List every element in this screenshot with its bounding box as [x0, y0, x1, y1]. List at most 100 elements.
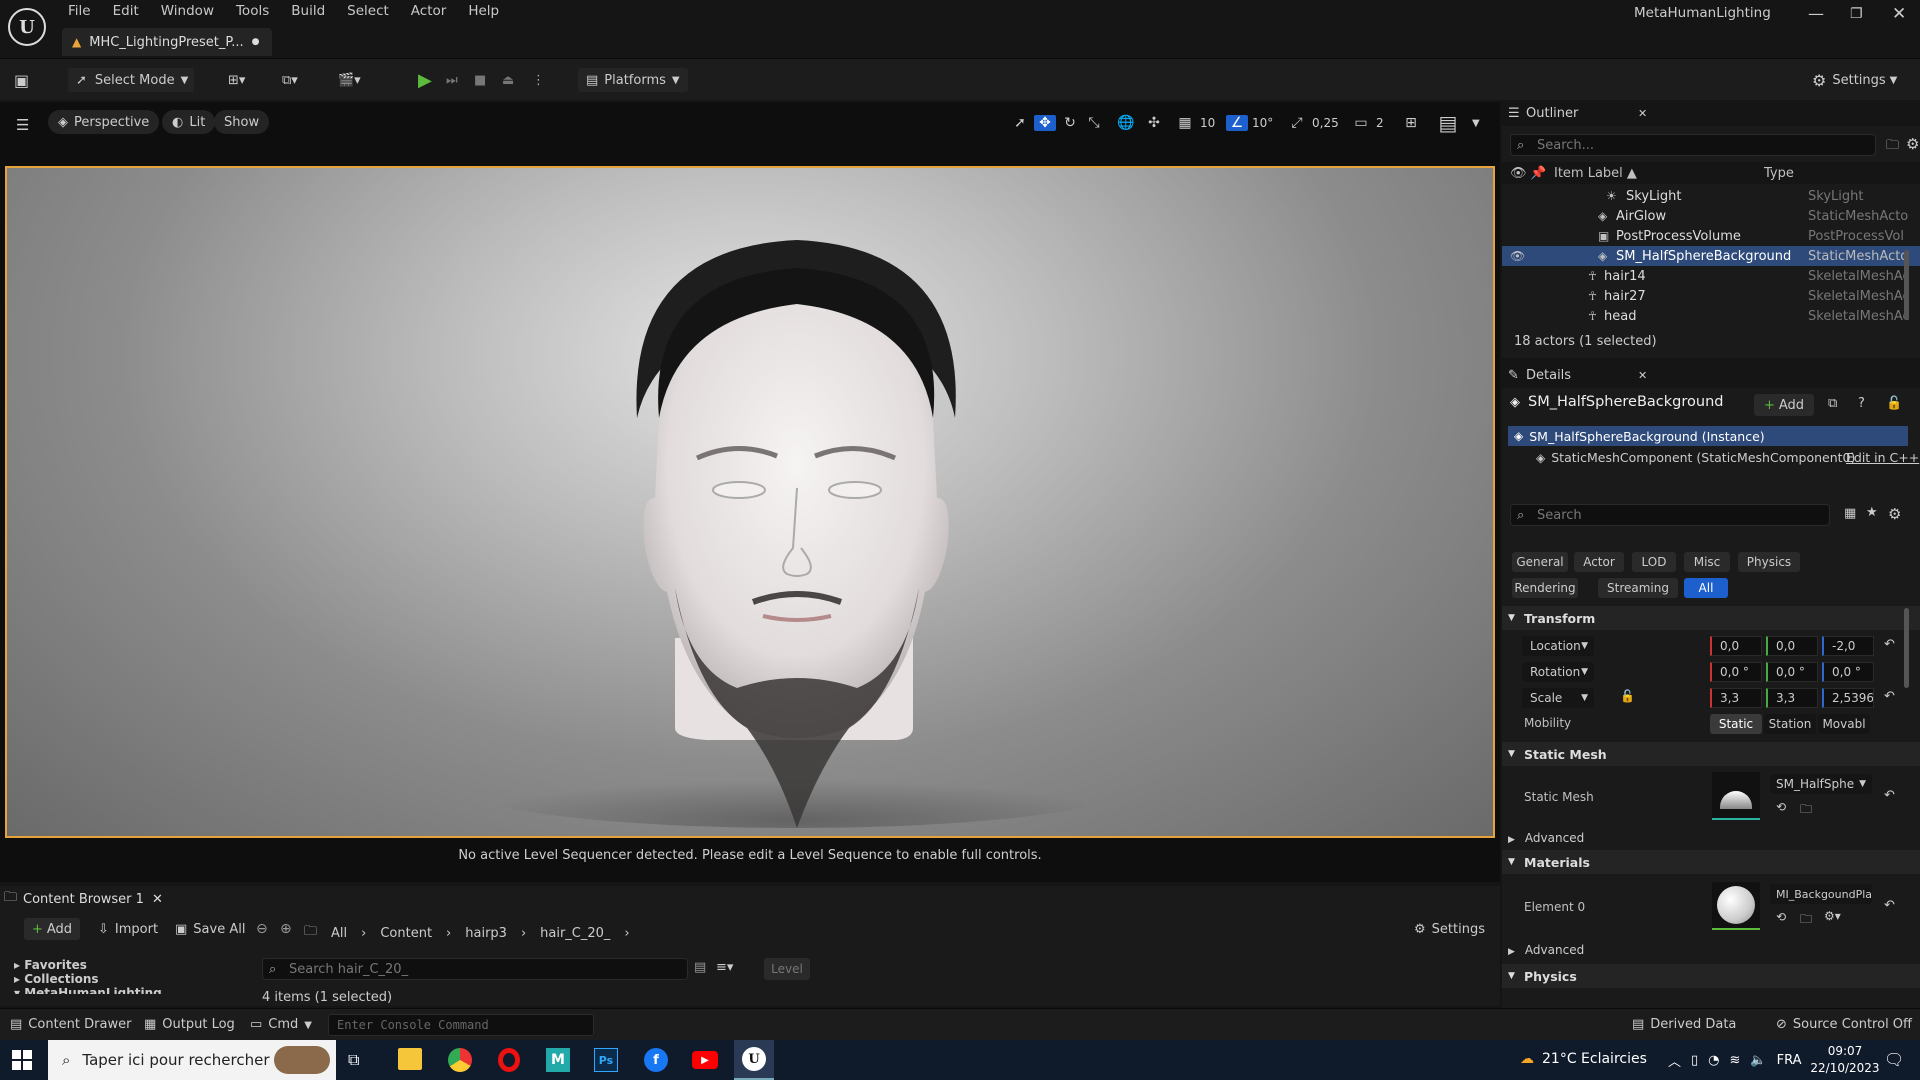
rotation-z[interactable]: 0,0 °: [1822, 662, 1874, 682]
unreal-taskbar-icon[interactable]: U: [734, 1040, 774, 1080]
advance-frame-icon[interactable]: ⏭: [446, 68, 466, 92]
save-search-icon[interactable]: ▤: [694, 960, 706, 975]
rotation-x[interactable]: 0,0 °: [1710, 662, 1762, 682]
opera-icon[interactable]: [498, 1048, 520, 1072]
browse-asset-icon[interactable]: 🗀: [1800, 800, 1812, 821]
scale-tool-icon[interactable]: ⤡: [1084, 115, 1104, 131]
favorite-star-icon[interactable]: ★: [1866, 505, 1878, 520]
battery-icon[interactable]: ▯: [1691, 1053, 1698, 1068]
save-all-button[interactable]: ▣ Save All: [175, 922, 245, 937]
outliner-row-head[interactable]: ☥ head SkeletalMeshAc: [1502, 306, 1920, 326]
lit-button[interactable]: ◐ Lit: [162, 110, 216, 134]
type-column[interactable]: Type: [1764, 166, 1794, 181]
minimize-icon[interactable]: —: [1808, 4, 1824, 23]
platforms-dropdown[interactable]: ▤ Platforms ▼: [578, 68, 688, 92]
menu-select[interactable]: Select: [347, 3, 389, 19]
add-button[interactable]: + Add: [24, 918, 80, 940]
actor-name[interactable]: SM_HalfSphereBackground: [1528, 394, 1723, 410]
tree-metahumanlighting[interactable]: ▾ MetaHumanLighting: [14, 986, 244, 994]
rotation-y[interactable]: 0,0 °: [1766, 662, 1818, 682]
outliner-row-halfsphere[interactable]: 👁 ◈ SM_HalfSphereBackground StaticMeshAc…: [1502, 246, 1920, 266]
filter-actor[interactable]: Actor: [1574, 552, 1624, 572]
menu-file[interactable]: File: [68, 3, 91, 19]
menu-actor[interactable]: Actor: [411, 3, 447, 19]
reset-scale-icon[interactable]: ↶: [1884, 689, 1895, 704]
menu-build[interactable]: Build: [291, 3, 325, 19]
menu-edit[interactable]: Edit: [113, 3, 139, 19]
filter-rendering[interactable]: Rendering: [1512, 578, 1578, 598]
tree-collections[interactable]: ▸ Collections: [14, 972, 244, 986]
camera-speed-value[interactable]: 2: [1376, 116, 1394, 130]
materials-advanced[interactable]: ▶ Advanced: [1508, 943, 1584, 957]
outliner-row-skylight[interactable]: ☀ SkyLight SkyLight: [1502, 186, 1920, 206]
viewport-menu-icon[interactable]: ☰: [16, 116, 29, 134]
details-search-input[interactable]: ⌕ Search: [1510, 504, 1830, 526]
rotate-tool-icon[interactable]: ↻: [1060, 115, 1080, 131]
rotation-snap-value[interactable]: 10°: [1252, 116, 1282, 130]
perspective-button[interactable]: ◈ Perspective: [48, 110, 160, 134]
settings-dropdown[interactable]: ⚙ Settings ▼: [1812, 68, 1908, 92]
material-picker[interactable]: MI_BackgoundPlane: [1770, 884, 1872, 904]
outliner-row-hair27[interactable]: ☥ hair27 SkeletalMeshAc: [1502, 286, 1920, 306]
filter-general[interactable]: General: [1512, 552, 1568, 572]
filter-streaming[interactable]: Streaming: [1598, 578, 1678, 598]
outliner-row-postprocess[interactable]: ▣ PostProcessVolume PostProcessVol: [1502, 226, 1920, 246]
derived-data-button[interactable]: ▤ Derived Data: [1632, 1017, 1736, 1032]
level-filter[interactable]: Level: [764, 958, 810, 980]
wifi-icon[interactable]: ≋: [1730, 1053, 1741, 1068]
select-tool-icon[interactable]: ➚: [1010, 115, 1030, 131]
material-options-icon[interactable]: ⚙▾: [1824, 909, 1841, 923]
use-selected-icon[interactable]: ⟲: [1776, 910, 1786, 924]
show-button[interactable]: Show: [214, 110, 270, 134]
mobility-stationary[interactable]: Station: [1764, 714, 1816, 734]
chevron-down-icon[interactable]: ▼: [1472, 118, 1480, 129]
grid-snap-icon[interactable]: ▦: [1174, 115, 1196, 131]
outliner-scrollbar[interactable]: [1904, 250, 1909, 320]
chevron-up-icon[interactable]: ︿: [1668, 1051, 1681, 1070]
breadcrumb-hair-c-20[interactable]: hair_C_20_: [540, 926, 610, 941]
app-m-icon[interactable]: M: [546, 1048, 570, 1072]
filter-all[interactable]: All: [1684, 578, 1728, 598]
physics-section[interactable]: ▼ Physics: [1502, 964, 1920, 988]
lock-icon[interactable]: 🔓: [1886, 396, 1902, 411]
scale-snap-icon[interactable]: ⤢: [1286, 115, 1308, 131]
grid-snap-value[interactable]: 10: [1200, 116, 1222, 130]
language-indicator[interactable]: FRA: [1777, 1053, 1802, 1068]
location-dropdown[interactable]: Location ▼: [1522, 636, 1594, 656]
windows-start-icon[interactable]: [12, 1050, 32, 1070]
taskbar-search[interactable]: ⌕ Taper ici pour rechercher: [48, 1040, 336, 1080]
output-log-button[interactable]: ▦ Output Log: [144, 1017, 235, 1032]
table-view-icon[interactable]: ▦: [1844, 506, 1856, 521]
reset-mesh-icon[interactable]: ↶: [1884, 788, 1895, 803]
filter-lod[interactable]: LOD: [1632, 552, 1676, 572]
blueprint-convert-icon[interactable]: ⧉: [1828, 396, 1837, 411]
history-back-icon[interactable]: ⊖: [256, 921, 268, 937]
stop-icon[interactable]: ■: [474, 68, 494, 92]
surface-snap-icon[interactable]: ✣: [1142, 115, 1166, 131]
filter-physics[interactable]: Physics: [1738, 552, 1800, 572]
filter-misc[interactable]: Misc: [1684, 552, 1730, 572]
location-x[interactable]: 0,0: [1710, 636, 1762, 656]
browse-asset-icon[interactable]: 🗀: [1800, 910, 1812, 931]
static-mesh-advanced[interactable]: ▶ Advanced: [1508, 831, 1584, 845]
content-browser-tab[interactable]: 🗀 Content Browser 1 ✕: [4, 888, 163, 910]
layout-icon[interactable]: ⊞: [1398, 115, 1424, 131]
mobility-movable[interactable]: Movabl: [1818, 714, 1870, 734]
tree-favorites[interactable]: ▸ Favorites: [14, 958, 244, 972]
level-tab[interactable]: ▲ MHC_LightingPreset_P... ●: [62, 28, 272, 56]
details-settings-icon[interactable]: ⚙: [1888, 505, 1901, 523]
close-panel-icon[interactable]: ✕: [1638, 369, 1647, 382]
filter-icon[interactable]: ≡▾: [716, 960, 733, 975]
rotation-dropdown[interactable]: Rotation ▼: [1522, 662, 1594, 682]
console-input[interactable]: Enter Console Command: [328, 1014, 594, 1036]
location-z[interactable]: -2,0: [1822, 636, 1874, 656]
component-instance-row[interactable]: ◈ SM_HalfSphereBackground (Instance): [1508, 426, 1908, 446]
more-options-icon[interactable]: ⋮: [532, 68, 545, 92]
translate-tool-icon[interactable]: ✥: [1034, 115, 1056, 131]
close-tab-icon[interactable]: ✕: [152, 892, 163, 907]
rotation-snap-icon[interactable]: ∠: [1226, 115, 1248, 131]
details-scrollbar[interactable]: [1904, 608, 1909, 688]
outliner-settings-icon[interactable]: ⚙: [1906, 135, 1919, 153]
scale-z[interactable]: 2,53965: [1822, 688, 1874, 708]
material-thumbnail[interactable]: [1712, 882, 1760, 930]
